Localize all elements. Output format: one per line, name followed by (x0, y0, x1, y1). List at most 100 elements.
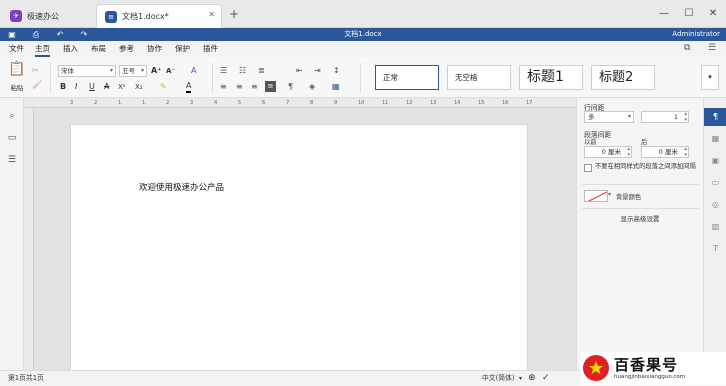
new-tab-button[interactable]: + (229, 7, 239, 21)
close-tab-icon[interactable]: ✕ (208, 10, 215, 19)
globe-icon[interactable]: ⊕ (528, 371, 536, 386)
cut-icon[interactable]: ✂ (32, 65, 39, 77)
multilevel-list-icon[interactable]: ≣ (258, 65, 265, 77)
spacing-after-input[interactable]: 0 厘米 ▴ ▾ (641, 146, 689, 158)
tab-label: 极速办公 (27, 11, 59, 21)
advanced-settings-link[interactable]: 显示高级设置 (577, 213, 703, 223)
open-location-icon[interactable]: ⧉ (684, 43, 690, 53)
menu-file[interactable]: 文件 (9, 41, 24, 57)
spacing-before-input[interactable]: 0 厘米 ▴ ▾ (584, 146, 632, 158)
superscript-button[interactable]: X² (118, 81, 126, 93)
background-color-picker[interactable] (584, 190, 608, 202)
horizontal-ruler[interactable]: 3 2 1 1 2 3 4 5 6 7 8 9 10 11 12 13 14 15 16 17 (24, 98, 576, 108)
line-spacing-mode-select[interactable]: 多 ▾ (584, 111, 634, 123)
spacing-before-value: 0 厘米 (601, 148, 621, 156)
align-right-icon[interactable]: ≡ (251, 81, 258, 93)
styles-more-icon[interactable]: ▾ (701, 65, 719, 90)
bullet-list-icon[interactable]: ☰ (220, 65, 227, 77)
menu-collaborate[interactable]: 协作 (147, 41, 162, 57)
tab-app-home[interactable]: ✈ 极速办公 (2, 4, 94, 28)
borders-icon[interactable]: ▦ (332, 81, 340, 93)
paste-icon[interactable]: 📋 (8, 62, 26, 81)
align-center-icon[interactable]: ≡ (236, 81, 243, 93)
chevron-down-icon[interactable]: ▾ (608, 191, 611, 198)
style-heading-2[interactable]: 标题2 (591, 65, 655, 90)
font-shrink-button[interactable]: A⁻ (166, 65, 175, 77)
style-normal[interactable]: 正常 (375, 65, 439, 90)
ruler-number: 1 (118, 100, 122, 106)
justify-icon[interactable]: ≡ (265, 81, 276, 92)
style-heading-1[interactable]: 标题1 (519, 65, 583, 90)
ruler-number: 3 (190, 100, 194, 106)
increase-indent-icon[interactable]: ⇥ (314, 65, 321, 77)
subscript-button[interactable]: X₂ (135, 81, 143, 93)
right-sidebar: ¶ ▦ ▣ ▭ ◎ ▥ T (703, 98, 726, 370)
stepper-icon[interactable]: ▴ ▾ (684, 146, 687, 158)
language-select[interactable]: 中文(简体) (482, 371, 515, 386)
underline-button[interactable]: U (89, 81, 95, 93)
menu-home[interactable]: 主页 (35, 41, 50, 57)
ruler-number: 13 (430, 100, 437, 106)
clear-format-icon[interactable]: A (191, 65, 196, 77)
menu-references[interactable]: 参考 (119, 41, 134, 57)
menu-plugins[interactable]: 插件 (203, 41, 218, 57)
spellcheck-icon[interactable]: ✓ (542, 371, 550, 386)
ruler-number: 8 (310, 100, 314, 106)
background-color-label: 背景颜色 (616, 194, 642, 201)
stepper-icon[interactable]: ▴ ▾ (627, 146, 630, 158)
paste-label[interactable]: 粘贴 (6, 82, 28, 94)
paragraph-settings-icon[interactable]: ¶ (704, 108, 726, 126)
font-color-button[interactable]: A (186, 81, 192, 93)
menu-insert[interactable]: 插入 (63, 41, 78, 57)
page-count: 第1页共1页 (8, 374, 44, 382)
menu-protect[interactable]: 保护 (175, 41, 190, 57)
navigation-icon[interactable]: ☰ (6, 154, 18, 166)
ruler-number: 7 (286, 100, 290, 106)
menu-layout[interactable]: 布局 (91, 41, 106, 57)
vertical-ruler[interactable] (24, 108, 34, 370)
style-no-spacing[interactable]: 无空格 (447, 65, 511, 90)
search-icon[interactable]: ⌕ (6, 110, 18, 122)
maximize-button[interactable]: ☐ (679, 6, 699, 22)
comment-icon[interactable]: ▭ (6, 132, 18, 144)
text-art-icon[interactable]: T (709, 242, 722, 255)
font-size-select[interactable]: 五号 ▾ (119, 65, 147, 77)
ruler-number: 11 (382, 100, 389, 106)
strikethrough-button[interactable]: A (104, 81, 109, 93)
table-settings-icon[interactable]: ▦ (709, 132, 722, 145)
font-name-select[interactable]: 宋体 ▾ (58, 65, 116, 77)
paragraph-mark-icon[interactable]: ¶ (288, 81, 293, 93)
highlight-icon[interactable]: ✎ (160, 81, 167, 93)
stepper-icon[interactable]: ▴ ▾ (684, 111, 687, 123)
decrease-indent-icon[interactable]: ⇤ (296, 65, 303, 77)
image-settings-icon[interactable]: ▣ (709, 154, 722, 167)
tab-document[interactable]: ≡ 文档1.docx* ✕ (96, 4, 222, 28)
ruler-number: 10 (358, 100, 365, 106)
chevron-down-icon[interactable]: ▾ (519, 371, 522, 386)
close-button[interactable]: ✕ (703, 6, 723, 22)
shape-settings-icon[interactable]: ◎ (709, 198, 722, 211)
no-space-checkbox[interactable] (584, 164, 592, 172)
chevron-down-icon: ▾ (627, 113, 631, 120)
document-title: 文档1.docx (344, 30, 382, 38)
align-left-icon[interactable]: ≡ (220, 81, 227, 93)
bold-button[interactable]: B (60, 81, 66, 93)
line-spacing-icon[interactable]: ↕ (333, 65, 340, 77)
user-name[interactable]: Administrator (672, 28, 720, 41)
font-grow-button[interactable]: A⁺ (151, 65, 161, 77)
minimize-button[interactable]: — (654, 6, 674, 22)
italic-button[interactable]: I (75, 81, 77, 93)
left-sidebar: ⌕ ▭ ☰ (0, 98, 24, 370)
document-page[interactable]: 欢迎使用极速办公产品 (70, 124, 528, 374)
document-text[interactable]: 欢迎使用极速办公产品 (139, 181, 224, 193)
numbered-list-icon[interactable]: ☷ (239, 65, 246, 77)
format-painter-icon[interactable]: 🖌 (32, 79, 42, 91)
chart-settings-icon[interactable]: ▥ (709, 220, 722, 233)
ruler-number: 9 (334, 100, 338, 106)
ruler-number: 14 (454, 100, 461, 106)
shading-icon[interactable]: ◈ (309, 81, 315, 93)
header-footer-icon[interactable]: ▭ (709, 176, 722, 189)
ruler-number: 12 (406, 100, 413, 106)
line-spacing-value-input[interactable]: 1 ▴ ▾ (641, 111, 689, 123)
menu-icon[interactable]: ☰ (708, 43, 716, 53)
